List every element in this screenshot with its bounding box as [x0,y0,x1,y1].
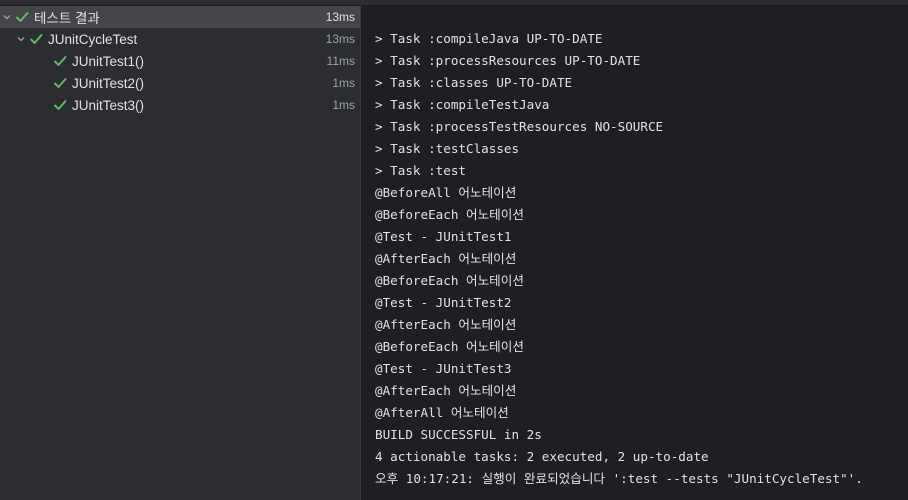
test-results-tree: 테스트 결과 13ms JUnitCycleTest 13ms JUnitTes… [0,6,360,500]
tree-suite-label: JUnitCycleTest [48,31,138,47]
chevron-down-icon[interactable] [14,28,28,50]
console-line: > Task :compileTestJava [375,97,550,112]
console-line: @AfterAll 어노테이션 [375,405,509,420]
tree-test-time: 11ms [326,54,355,68]
tree-test-row[interactable]: JUnitTest2() 1ms [0,72,360,94]
check-icon [52,50,68,72]
tree-test-label: JUnitTest2() [72,75,145,91]
console-line: @Test - JUnitTest2 [375,295,512,310]
console-line: BUILD SUCCESSFUL in 2s [375,427,542,442]
tree-test-row[interactable]: JUnitTest1() 11ms [0,50,360,72]
check-icon [52,94,68,116]
console-line: @BeforeAll 어노테이션 [375,185,517,200]
console-line: > Task :classes UP-TO-DATE [375,75,573,90]
console-line: @AfterEach 어노테이션 [375,251,517,266]
check-icon [28,28,44,50]
tree-test-time: 1ms [332,98,355,112]
console-output[interactable]: > Task :compileJava UP-TO-DATE > Task :p… [361,6,908,500]
console-line: > Task :compileJava UP-TO-DATE [375,31,603,46]
console-line: @BeforeEach 어노테이션 [375,207,524,222]
tree-test-label: JUnitTest1() [72,53,145,69]
console-line: > Task :test [375,163,466,178]
console-line: @BeforeEach 어노테이션 [375,339,524,354]
tree-root-time: 13ms [325,10,355,24]
tree-suite-row[interactable]: JUnitCycleTest 13ms [0,28,360,50]
tree-root-row[interactable]: 테스트 결과 13ms [0,6,360,28]
check-icon [14,6,30,28]
tree-test-label: JUnitTest3() [72,97,145,113]
tree-root-label: 테스트 결과 [34,11,100,26]
console-line: > Task :processTestResources NO-SOURCE [375,119,664,134]
console-line: @AfterEach 어노테이션 [375,383,517,398]
chevron-down-icon[interactable] [0,6,14,28]
console-line: 4 actionable tasks: 2 executed, 2 up-to-… [375,449,709,464]
tree-suite-time: 13ms [325,32,355,46]
console-line: @Test - JUnitTest1 [375,229,512,244]
tree-test-row[interactable]: JUnitTest3() 1ms [0,94,360,116]
console-line: @AfterEach 어노테이션 [375,317,517,332]
console-line: @BeforeEach 어노테이션 [375,273,524,288]
check-icon [52,72,68,94]
console-line: @Test - JUnitTest3 [375,361,512,376]
console-line: > Task :testClasses [375,141,520,156]
console-line: > Task :processResources UP-TO-DATE [375,53,641,68]
console-line: 오후 10:17:21: 실행이 완료되었습니다 ':test --tests … [375,471,863,486]
tree-test-time: 1ms [332,76,355,90]
